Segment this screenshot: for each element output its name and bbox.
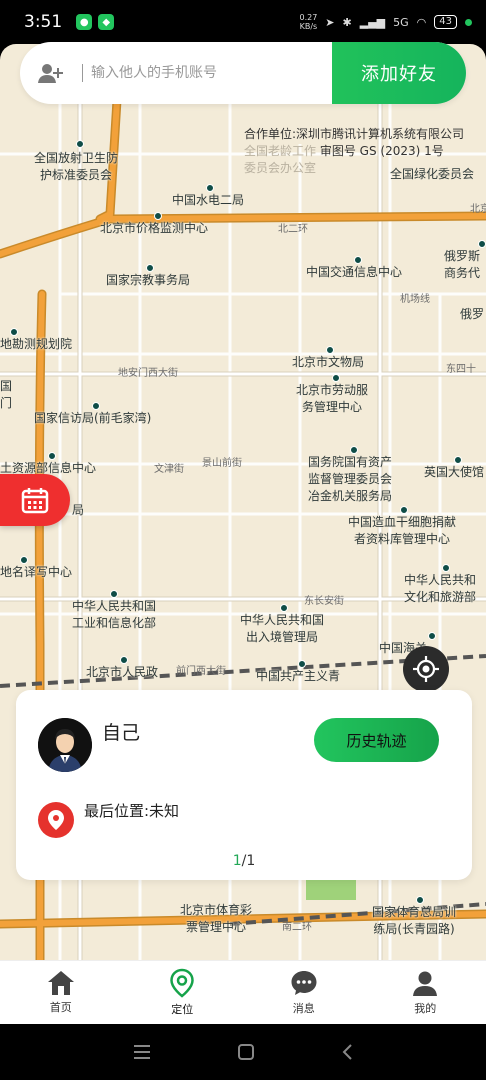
poi[interactable]: 俄罗 [460, 306, 484, 323]
road-label: 景山前街 [202, 458, 242, 469]
road-label: 文津街 [154, 464, 184, 475]
green-dot-indicator [465, 18, 472, 26]
menu-icon[interactable] [132, 1043, 152, 1061]
system-navigation-bar [0, 1024, 486, 1080]
avatar[interactable] [38, 718, 92, 772]
location-arrow-icon: ➤ [325, 15, 335, 29]
poi[interactable]: 地勘测规划院 [0, 328, 72, 353]
locate-icon [413, 656, 439, 682]
signal-icon: ▂▄▆ [359, 15, 386, 29]
poi[interactable]: 北京市文物局 [292, 346, 364, 371]
last-location-text: 最后位置:未知 [84, 802, 180, 820]
net-speed: 0.27 KB/s [299, 13, 318, 31]
network-type: 5G [393, 15, 409, 29]
phone-account-input[interactable] [91, 65, 332, 81]
history-track-button[interactable]: 历史轨迹 [314, 718, 439, 762]
poi[interactable]: 俄罗斯 商务代 [444, 240, 486, 282]
poi[interactable]: 国家信访局(前毛家湾) [34, 402, 151, 427]
poi[interactable]: 中华人民共和 文化和旅游部 [404, 564, 476, 606]
user-icon [413, 971, 438, 996]
member-card: 自己 历史轨迹 最后位置:未知 1/1 [16, 690, 472, 880]
wechat-icon: ● [76, 14, 93, 30]
tab-home[interactable]: 首页 [0, 961, 122, 1024]
status-time: 3:51 [24, 12, 63, 32]
road-label: 机场线 [400, 294, 430, 305]
member-name: 自己 [102, 722, 141, 744]
status-bar: 3:51 ● ◆ 0.27 KB/s ➤ ✱ ▂▄▆ 5G ◠ 43 [0, 0, 486, 44]
poi[interactable]: 中华人民共和国 出入境管理局 [240, 604, 324, 646]
status-indicators: 0.27 KB/s ➤ ✱ ▂▄▆ 5G ◠ 43 [299, 13, 472, 31]
bottom-tab-bar: 首页 定位 消息 我的 [0, 960, 486, 1024]
home-square-icon[interactable] [236, 1042, 256, 1062]
calendar-button[interactable] [0, 474, 70, 526]
back-icon[interactable] [340, 1042, 354, 1062]
poi[interactable]: 国 门 [0, 378, 12, 412]
card-pager: 1/1 [16, 853, 472, 869]
app-notification-icon: ◆ [98, 14, 115, 30]
add-user-icon [20, 62, 82, 84]
poi[interactable]: 英国大使馆 [424, 456, 484, 481]
poi[interactable]: 全国放射卫生防 护标准委员会 [34, 140, 118, 184]
bluetooth-icon: ✱ [342, 15, 352, 29]
calendar-icon [21, 488, 49, 514]
road-label: 南二环 [282, 922, 312, 933]
search-bar: 添加好友 [20, 42, 466, 104]
poi[interactable]: 国务院国有资产 监督管理委员会 冶金机关服务局 [308, 446, 392, 505]
map-copyright: 合作单位:深圳市腾讯计算机系统有限公司 全国老龄工作 审图号 GS (2023)… [244, 127, 465, 175]
poi[interactable]: 国家宗教事务局 [106, 264, 190, 289]
poi[interactable]: 中国水电二局 [172, 184, 244, 209]
poi[interactable]: 北京市人民政 [86, 656, 158, 681]
tab-location[interactable]: 定位 [122, 961, 244, 1024]
pager-current: 1 [232, 853, 242, 869]
poi[interactable]: 中国造血干细胞捐献 者资料库管理中心 [348, 506, 456, 548]
road-label: 北二环 [278, 224, 308, 235]
battery-indicator: 43 [434, 15, 457, 29]
add-friend-button[interactable]: 添加好友 [332, 42, 466, 104]
poi[interactable]: 中国交通信息中心 [306, 256, 402, 281]
road-label: 前门西大街 [176, 666, 226, 677]
tab-mine[interactable]: 我的 [365, 961, 486, 1024]
poi[interactable]: 局 [72, 502, 84, 519]
poi[interactable]: 北京市体育彩 票管理中心 [180, 902, 252, 936]
poi[interactable]: 中华人民共和国 工业和信息化部 [72, 590, 156, 632]
road-label: 北京 [470, 204, 486, 215]
poi[interactable]: 地名译写中心 [0, 556, 72, 581]
road-label: 地安门西大街 [118, 368, 178, 379]
tab-messages[interactable]: 消息 [243, 961, 365, 1024]
road-label: 东长安街 [304, 596, 344, 607]
location-pin-icon [38, 802, 74, 838]
poi[interactable]: 中国共产主义青 [256, 660, 340, 685]
poi[interactable]: 国家体育总局训 练局(长青园路) [372, 896, 456, 938]
poi[interactable]: 北京市价格监测中心 [100, 212, 208, 237]
poi[interactable]: 北京市劳动服 务管理中心 [296, 374, 368, 416]
home-icon [47, 971, 74, 995]
pager-total: /1 [241, 853, 256, 869]
wifi-icon: ◠ [416, 15, 427, 29]
road-label: 东四十 [446, 364, 476, 375]
search-divider [82, 64, 83, 82]
message-icon [291, 971, 317, 995]
location-pin-icon [170, 968, 195, 998]
locate-button[interactable] [403, 646, 449, 692]
